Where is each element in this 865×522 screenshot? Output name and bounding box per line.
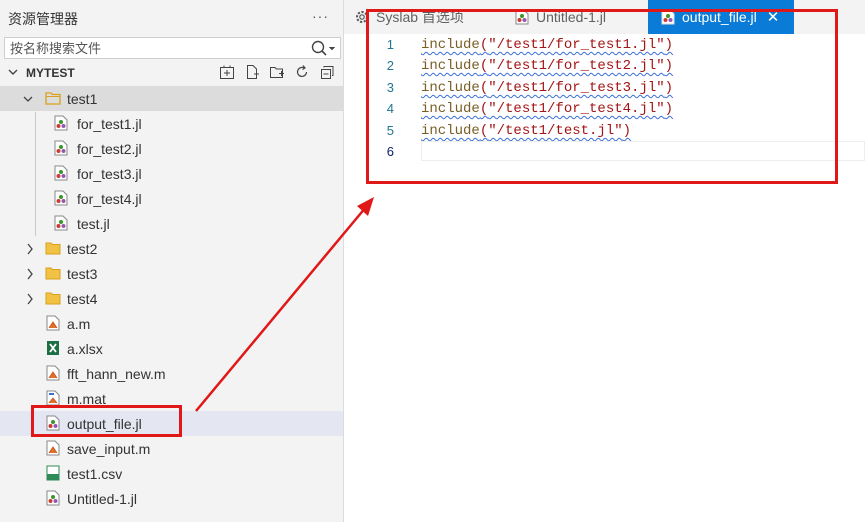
more-actions-button[interactable]: ··· — [312, 8, 329, 24]
explorer-header: 资源管理器 ··· — [0, 0, 343, 38]
folder-icon — [45, 290, 61, 306]
tree-item-label: fft_hann_new.m — [67, 365, 166, 382]
refresh-icon[interactable] — [294, 64, 310, 80]
julia-file-icon — [53, 215, 69, 231]
julia-file-icon — [53, 115, 69, 131]
tree-file-a-xlsx[interactable]: a.xlsx — [0, 336, 343, 361]
explorer-title: 资源管理器 — [8, 11, 78, 27]
matlab-file-icon — [45, 440, 61, 456]
chevron-right-icon — [24, 242, 36, 256]
excel-file-icon — [45, 340, 61, 356]
tree-file-for-test2[interactable]: for_test2.jl — [0, 136, 343, 161]
tree-file-a-m[interactable]: a.m — [0, 311, 343, 336]
tree-item-label: test3 — [67, 265, 98, 282]
tree-item-label: for_test3.jl — [77, 165, 142, 182]
chevron-down-icon — [22, 92, 34, 106]
matlab-file-icon — [45, 315, 61, 331]
folder-icon — [45, 240, 61, 256]
mat-file-icon — [45, 390, 61, 406]
folder-icon — [45, 265, 61, 281]
tree-file-for-test3[interactable]: for_test3.jl — [0, 161, 343, 186]
chevron-down-icon — [8, 68, 20, 79]
workspace-section-header[interactable]: MYTEST — [0, 62, 343, 84]
tree-item-label: a.xlsx — [67, 340, 103, 357]
file-highlight-box — [31, 405, 182, 437]
tree-file-save-input[interactable]: save_input.m — [0, 436, 343, 461]
new-folder-icon[interactable] — [269, 64, 285, 80]
julia-file-icon — [53, 165, 69, 181]
tree-folder-test3[interactable]: test3 — [0, 261, 343, 286]
new-file-icon[interactable] — [244, 64, 260, 80]
tree-folder-test1[interactable]: test1 — [0, 86, 343, 111]
tree-item-label: for_test2.jl — [77, 140, 142, 157]
julia-file-icon — [53, 140, 69, 156]
section-actions — [219, 64, 335, 80]
tree-file-untitled-1[interactable]: Untitled-1.jl — [0, 486, 343, 511]
julia-file-icon — [53, 190, 69, 206]
file-search-input[interactable] — [5, 37, 302, 59]
chevron-right-icon — [24, 292, 36, 306]
tree-file-for-test1[interactable]: for_test1.jl — [0, 111, 343, 136]
editor-highlight-box — [366, 9, 838, 184]
workspace-title: MYTEST — [26, 66, 75, 80]
julia-file-icon — [45, 490, 61, 506]
search-icon[interactable] — [310, 39, 336, 59]
new-file-from-template-icon[interactable] — [219, 64, 235, 80]
tree-item-label: test4 — [67, 290, 98, 307]
tree-item-label: for_test1.jl — [77, 115, 142, 132]
tree-folder-test2[interactable]: test2 — [0, 236, 343, 261]
tree-item-label: test.jl — [77, 215, 110, 232]
tree-item-label: for_test4.jl — [77, 190, 142, 207]
collapse-all-icon[interactable] — [319, 64, 335, 80]
chevron-right-icon — [24, 267, 36, 281]
tree-item-label: save_input.m — [67, 440, 151, 457]
explorer-sidebar: 资源管理器 ··· MYTEST — [0, 0, 344, 522]
tree-file-test1-csv[interactable]: test1.csv — [0, 461, 343, 486]
tree-folder-test4[interactable]: test4 — [0, 286, 343, 311]
folder-open-icon — [45, 90, 61, 106]
file-search-box — [4, 37, 341, 59]
tree-item-label: test1 — [67, 90, 98, 107]
tree-item-label: test2 — [67, 240, 98, 257]
tree-item-label: Untitled-1.jl — [67, 490, 138, 507]
csv-file-icon — [45, 465, 61, 481]
tree-file-test-jl[interactable]: test.jl — [0, 211, 343, 236]
tree-item-label: test1.csv — [67, 465, 123, 482]
tree-item-label: a.m — [67, 315, 91, 332]
tree-file-for-test4[interactable]: for_test4.jl — [0, 186, 343, 211]
tree-file-fft-hann-new[interactable]: fft_hann_new.m — [0, 361, 343, 386]
matlab-file-icon — [45, 365, 61, 381]
